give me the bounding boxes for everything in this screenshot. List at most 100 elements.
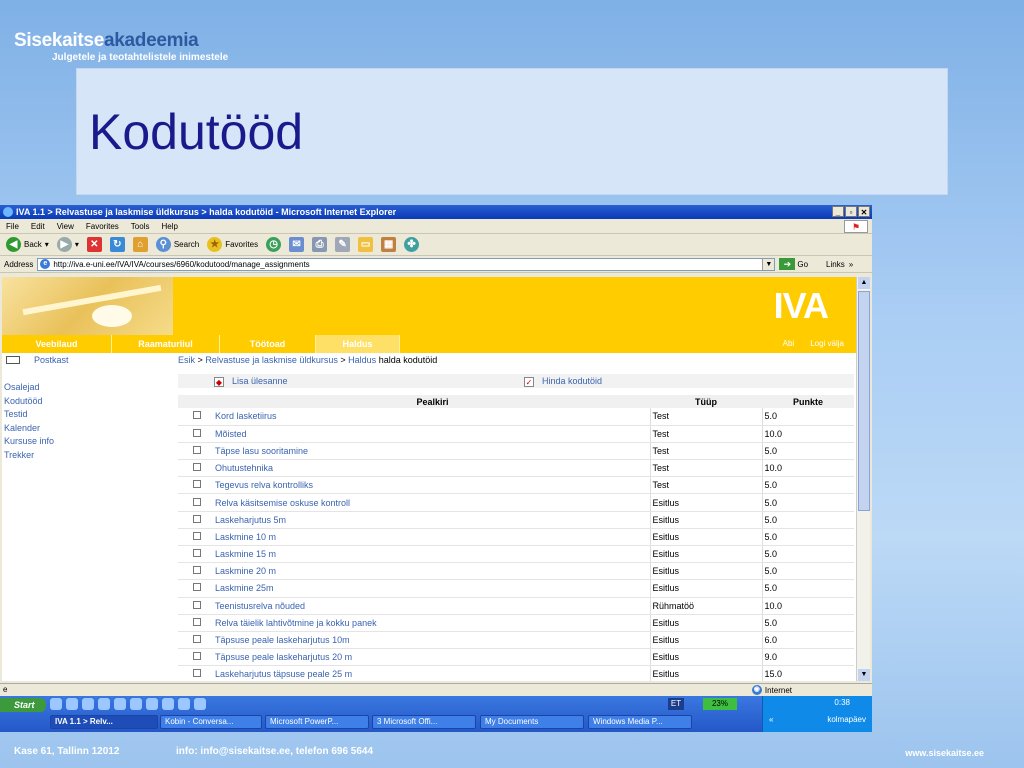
close-icon[interactable]: ✕ — [858, 206, 870, 217]
quicklaunch-icon[interactable] — [98, 698, 110, 710]
edit-button[interactable]: ✎ — [333, 236, 352, 254]
assignment-title-link[interactable]: Laskmine 10 m — [215, 528, 650, 547]
assignment-title-link[interactable]: Laskmine 25m — [215, 579, 650, 598]
chevron-right-icon[interactable]: » — [849, 260, 853, 269]
taskbar-item-iva[interactable]: IVA 1.1 > Relv... — [50, 715, 158, 729]
quicklaunch-icon[interactable] — [178, 698, 190, 710]
row-checkbox[interactable] — [192, 514, 201, 523]
quicklaunch-icon[interactable] — [50, 698, 62, 710]
messenger-button[interactable]: ✤ — [402, 236, 421, 254]
go-button[interactable]: ➔ Go — [779, 258, 808, 270]
sidebar-item-testid[interactable]: Testid — [4, 408, 172, 422]
links-button[interactable]: Links — [826, 260, 845, 269]
tab-raamaturiiul[interactable]: Raamaturiiul — [112, 335, 220, 353]
stop-button[interactable]: ✕ — [85, 236, 104, 254]
research-button[interactable]: ▦ — [379, 236, 398, 254]
history-button[interactable]: ◷ — [264, 236, 283, 254]
tab-veebilaud[interactable]: Veebilaud — [2, 335, 112, 353]
row-checkbox[interactable] — [192, 480, 201, 489]
assignment-title-link[interactable]: Relva täielik lahtivõtmine ja kokku pane… — [215, 614, 650, 632]
tab-tootoad[interactable]: Töötoad — [220, 335, 316, 353]
address-input[interactable]: e http://iva.e-uni.ee/IVA/IVA/courses/69… — [37, 257, 776, 271]
assignment-title-link[interactable]: Teenistusrelva nõuded — [215, 597, 650, 615]
back-button[interactable]: ◀ Back ▾ — [4, 236, 51, 254]
quicklaunch-icon[interactable] — [162, 698, 174, 710]
assignment-title-link[interactable]: Kord lasketiirus — [215, 408, 650, 426]
breadcrumb-esik[interactable]: Esik — [178, 355, 195, 365]
taskbar-item-powerpoint[interactable]: Microsoft PowerP... — [265, 715, 369, 729]
row-checkbox[interactable] — [192, 669, 201, 678]
chevron-down-icon[interactable]: ▾ — [45, 240, 49, 249]
assignment-title-link[interactable]: Ohutustehnika — [215, 459, 650, 478]
row-checkbox[interactable] — [192, 428, 201, 437]
menu-edit[interactable]: Edit — [31, 222, 45, 231]
assignment-title-link[interactable]: Täpse lasu sooritamine — [215, 442, 650, 461]
sidebar-item-kalender[interactable]: Kalender — [4, 422, 172, 436]
chevron-left-icon[interactable]: « — [769, 715, 773, 724]
language-indicator[interactable]: ET — [668, 698, 684, 710]
quicklaunch-icon[interactable] — [130, 698, 142, 710]
menu-view[interactable]: View — [57, 222, 74, 231]
sidebar-item-trekker[interactable]: Trekker — [4, 449, 172, 463]
breadcrumb-haldus[interactable]: Haldus — [348, 355, 376, 365]
postkast-link[interactable]: Postkast — [2, 353, 172, 367]
start-button[interactable]: Start — [0, 698, 46, 712]
window-titlebar[interactable]: IVA 1.1 > Relvastuse ja laskmise üldkurs… — [0, 205, 872, 219]
scroll-up-icon[interactable]: ▲ — [858, 277, 870, 289]
quicklaunch-icon[interactable] — [146, 698, 158, 710]
row-checkbox[interactable] — [192, 531, 201, 540]
quicklaunch-icon[interactable] — [114, 698, 126, 710]
row-checkbox[interactable] — [192, 617, 201, 626]
minimize-icon[interactable]: _ — [832, 206, 844, 217]
sidebar-item-kursuse-info[interactable]: Kursuse info — [4, 435, 172, 449]
assignment-title-link[interactable]: Laskmine 15 m — [215, 545, 650, 564]
row-checkbox[interactable] — [192, 549, 201, 558]
forward-button[interactable]: ▶ ▾ — [55, 236, 81, 254]
row-checkbox[interactable] — [192, 566, 201, 575]
grade-assignments-button[interactable]: ✓ Hinda kodutöid — [524, 374, 602, 388]
scroll-thumb[interactable] — [858, 291, 870, 511]
assignment-title-link[interactable]: Laskmine 20 m — [215, 562, 650, 581]
taskbar-item-media-player[interactable]: Windows Media P... — [588, 715, 692, 729]
add-assignment-button[interactable]: ◆ Lisa ülesanne — [214, 374, 288, 388]
assignment-title-link[interactable]: Täpsuse peale laskeharjutus 20 m — [215, 648, 650, 667]
favorites-button[interactable]: ★ Favorites — [205, 236, 260, 254]
assignment-title-link[interactable]: Laskeharjutus täpsuse peale 25 m — [215, 665, 650, 681]
sidebar-item-kodutood[interactable]: Kodutööd — [4, 395, 172, 409]
row-checkbox[interactable] — [192, 583, 201, 592]
taskbar-item-kobin[interactable]: Kobin - Conversa... — [160, 715, 262, 729]
row-checkbox[interactable] — [192, 497, 201, 506]
scroll-down-icon[interactable]: ▼ — [858, 669, 870, 681]
clock-time[interactable]: 0:38 — [834, 698, 850, 707]
assignment-title-link[interactable]: Laskeharjutus 5m — [215, 511, 650, 529]
maximize-icon[interactable]: ▫ — [845, 206, 857, 217]
print-button[interactable]: ⎙ — [310, 236, 329, 254]
chevron-down-icon[interactable]: ▾ — [75, 240, 79, 249]
row-checkbox[interactable] — [192, 652, 201, 661]
search-button[interactable]: ⚲ Search — [154, 236, 201, 254]
vertical-scrollbar[interactable]: ▲ ▼ — [856, 277, 870, 681]
menu-tools[interactable]: Tools — [131, 222, 150, 231]
sidebar-item-osalejad[interactable]: Osalejad — [4, 381, 172, 395]
assignment-title-link[interactable]: Tegevus relva kontrolliks — [215, 476, 650, 495]
menu-favorites[interactable]: Favorites — [86, 222, 119, 231]
breadcrumb-course[interactable]: Relvastuse ja laskmise üldkursus — [205, 355, 338, 365]
refresh-button[interactable]: ↻ — [108, 236, 127, 254]
chevron-down-icon[interactable]: ▼ — [762, 258, 775, 270]
mail-button[interactable]: ✉ — [287, 236, 306, 254]
menu-help[interactable]: Help — [161, 222, 177, 231]
row-checkbox[interactable] — [192, 463, 201, 472]
quicklaunch-icon[interactable] — [194, 698, 206, 710]
row-checkbox[interactable] — [192, 600, 201, 609]
row-checkbox[interactable] — [192, 411, 201, 420]
assignment-title-link[interactable]: Mõisted — [215, 425, 650, 443]
folder-button[interactable]: ▭ — [356, 236, 375, 254]
taskbar-item-documents[interactable]: My Documents — [480, 715, 584, 729]
row-checkbox[interactable] — [192, 445, 201, 454]
help-link[interactable]: Abi — [783, 335, 795, 353]
home-button[interactable]: ⌂ — [131, 236, 150, 254]
quicklaunch-icon[interactable] — [66, 698, 78, 710]
assignment-title-link[interactable]: Relva käsitsemise oskuse kontroll — [215, 493, 650, 512]
row-checkbox[interactable] — [192, 635, 201, 644]
assignment-title-link[interactable]: Täpsuse peale laskeharjutus 10m — [215, 631, 650, 650]
